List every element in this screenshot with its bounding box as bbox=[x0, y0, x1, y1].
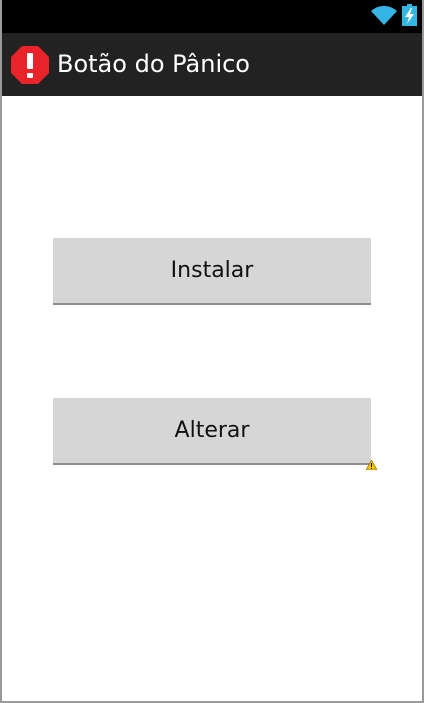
battery-charging-icon bbox=[402, 4, 417, 26]
app-screen: Botão do Pânico Instalar Alterar bbox=[0, 0, 424, 703]
wifi-icon bbox=[371, 5, 397, 25]
change-button[interactable]: Alterar bbox=[53, 398, 371, 465]
warning-triangle-icon bbox=[366, 460, 377, 470]
install-button[interactable]: Instalar bbox=[53, 238, 371, 305]
main-content: Instalar Alterar bbox=[2, 96, 422, 701]
alert-octagon-icon[interactable] bbox=[10, 45, 50, 85]
status-bar bbox=[2, 0, 422, 33]
action-bar: Botão do Pânico bbox=[2, 33, 422, 96]
app-title: Botão do Pânico bbox=[57, 50, 250, 78]
